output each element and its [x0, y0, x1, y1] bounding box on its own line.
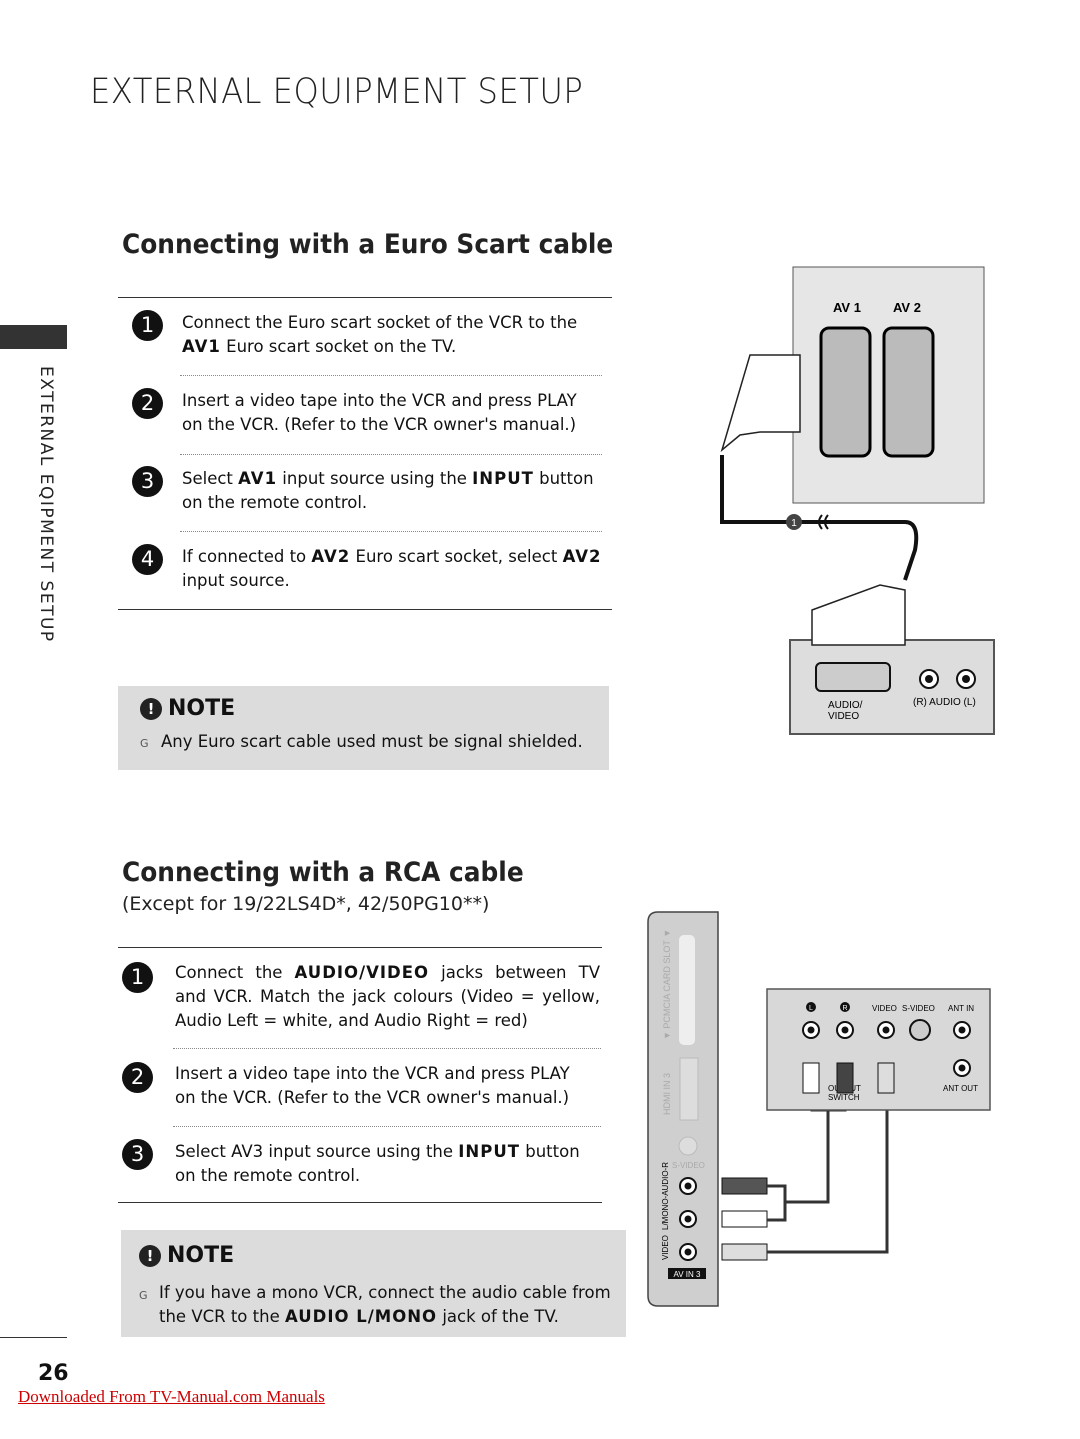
bullet: G [139, 1289, 148, 1302]
scart-connection-diagram: AV 1 AV 2 1 AUDIO/ VIDEO (R) AUDIO (L) [720, 266, 995, 735]
scart-note: ! NOTE G Any Euro scart cable used must … [118, 686, 609, 770]
svg-text:L: L [809, 1005, 813, 1012]
svg-text:AUDIO/: AUDIO/ [828, 700, 863, 711]
svg-text:(R) AUDIO (L): (R) AUDIO (L) [913, 697, 976, 708]
exclamation-icon: ! [140, 698, 162, 720]
rca-connection-diagram: ▼ PCMCIA CARD SLOT ▼ HDMI IN 3 S-VIDEO L… [647, 911, 991, 1307]
rca-note: ! NOTE G If you have a mono VCR, connect… [121, 1230, 626, 1337]
step-number: 3 [122, 1139, 153, 1170]
vcr-scart-socket [815, 662, 891, 692]
divider [173, 1048, 601, 1049]
divider [118, 609, 612, 610]
av2-scart-socket [882, 326, 935, 458]
svg-text:S-VIDEO: S-VIDEO [902, 1004, 935, 1013]
note-text: Any Euro scart cable used must be signal… [161, 732, 583, 751]
divider [180, 454, 602, 455]
step-number: 2 [132, 388, 163, 419]
scart-plug-tv [720, 354, 801, 453]
scart-step-4: If connected to AV2 Euro scart socket, s… [182, 547, 602, 590]
svg-text:▼ PCMCIA CARD SLOT ▼: ▼ PCMCIA CARD SLOT ▼ [662, 929, 672, 1040]
av1-scart-socket [819, 326, 872, 458]
scart-step-2: Insert a video tape into the VCR and pre… [182, 391, 577, 434]
svg-text:VIDEO: VIDEO [661, 1235, 670, 1260]
divider [173, 1126, 601, 1127]
divider [118, 1202, 602, 1203]
page-title: EXTERNAL EQUIPMENT SETUP [90, 72, 584, 112]
svg-text:L/MONO-AUDIO-R: L/MONO-AUDIO-R [661, 1162, 670, 1230]
av2-label: AV 2 [893, 300, 921, 315]
rca-step-2: Insert a video tape into the VCR and pre… [175, 1064, 570, 1107]
page-number: 26 [38, 1361, 69, 1386]
bullet: G [140, 737, 149, 750]
step-number: 1 [132, 310, 163, 341]
download-link[interactable]: Downloaded From TV-Manual.com Manuals [18, 1387, 325, 1407]
svg-text:ANT IN: ANT IN [948, 1004, 974, 1013]
scart-heading: Connecting with a Euro Scart cable [122, 229, 614, 260]
rca-step-3: Select AV3 input source using the INPUT … [175, 1142, 580, 1185]
footer-divider [0, 1337, 67, 1338]
scart-plug-vcr [811, 584, 906, 646]
divider [180, 375, 602, 376]
svg-text:S-VIDEO: S-VIDEO [672, 1161, 705, 1170]
note-heading: NOTE [167, 1243, 235, 1268]
side-section-label: EXTERNAL EQIPMENT SETUP [36, 366, 56, 643]
step-number: 3 [132, 466, 163, 497]
svg-text:VIDEO: VIDEO [828, 711, 859, 722]
note-heading: NOTE [168, 696, 236, 721]
step-number: 1 [122, 962, 153, 993]
svg-text:AV IN 3: AV IN 3 [674, 1270, 702, 1279]
svg-text:ANT OUT: ANT OUT [943, 1084, 978, 1093]
svg-text:R: R [842, 1005, 847, 1012]
step-number: 2 [122, 1062, 153, 1093]
svg-text:SWITCH: SWITCH [828, 1093, 860, 1102]
rca-subheading: (Except for 19/22LS4D*, 42/50PG10**) [122, 893, 490, 915]
scart-step-1: Connect the Euro scart socket of the VCR… [182, 313, 578, 356]
svg-text:VIDEO: VIDEO [872, 1004, 897, 1013]
note-text: If you have a mono VCR, connect the audi… [159, 1283, 611, 1326]
divider [118, 297, 612, 298]
svg-text:HDMI IN 3: HDMI IN 3 [662, 1073, 672, 1115]
tv-rca-jacks [679, 1177, 697, 1261]
rca-heading: Connecting with a RCA cable [122, 857, 524, 888]
rca-step-1: Connect the AUDIO/VIDEO jacks between TV… [175, 963, 600, 1030]
exclamation-icon: ! [139, 1245, 161, 1267]
divider [180, 531, 602, 532]
svg-text:1: 1 [791, 518, 797, 529]
divider [118, 947, 602, 948]
scart-step-3: Select AV1 input source using the INPUT … [182, 469, 594, 512]
av1-label: AV 1 [833, 300, 861, 315]
sidebar-bar [0, 325, 67, 349]
rca-cables [767, 1090, 889, 1254]
step-number: 4 [132, 544, 163, 575]
